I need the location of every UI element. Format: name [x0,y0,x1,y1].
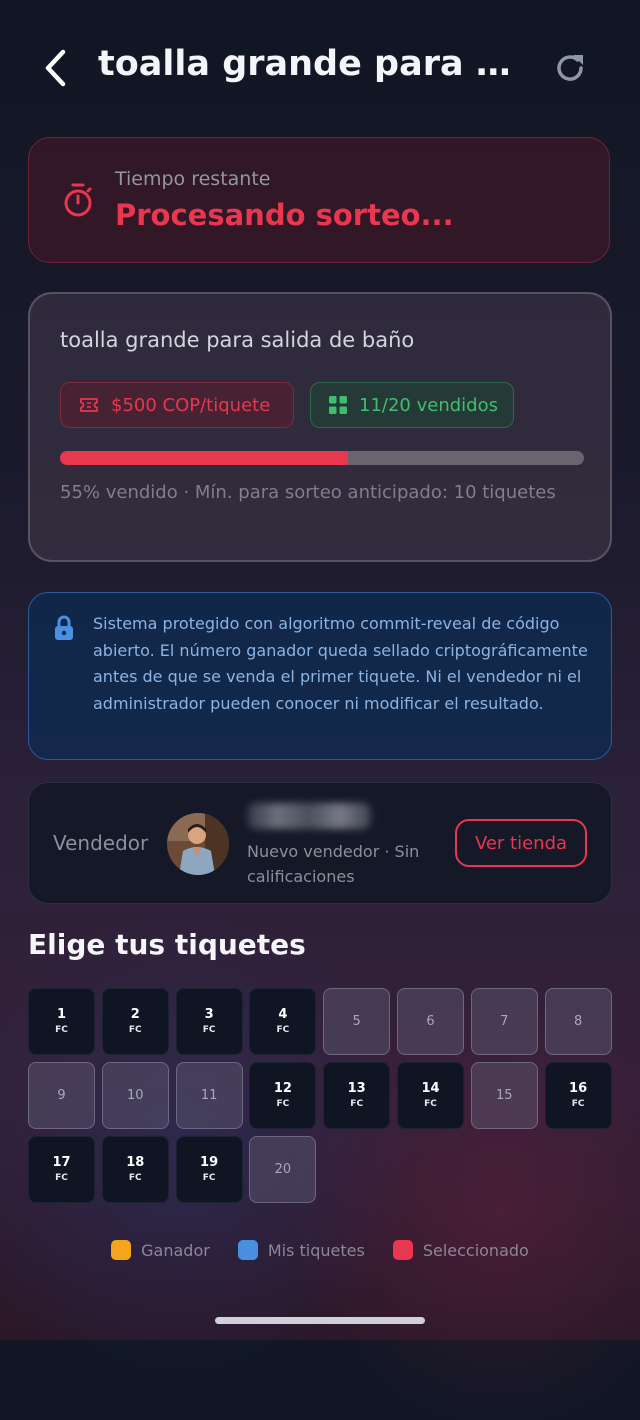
legend-swatch [392,1240,413,1260]
ticket-3[interactable]: 3 FC [175,988,243,1055]
ticket-6[interactable]: 6 [397,988,464,1055]
legend-swatch [237,1240,258,1260]
ticket-legend: Ganador Mis tiquetes Seleccionado [0,1240,640,1260]
ticket-13[interactable]: 13 FC [323,1062,391,1129]
ticket-7[interactable]: 7 [470,988,538,1055]
ticket-owner-code: FC [55,1024,68,1035]
ticket-number: 14 [421,1080,440,1096]
seller-rating-status: Nuevo vendedor · Sin calificaciones [247,842,420,886]
legend-item: Mis tiquetes [237,1240,365,1260]
ticket-1[interactable]: 1 FC [28,988,95,1055]
stopwatch-icon [64,183,92,217]
ticket-4[interactable]: 4 FC [249,988,317,1055]
ticket-owner-code: FC [128,1172,142,1183]
ticket-16[interactable]: 16 FC [544,1062,612,1129]
refresh-icon[interactable] [552,50,588,86]
home-indicator [215,1317,425,1324]
ticket-owner-code: FC [350,1098,364,1109]
header: toalla grande para sal... [0,30,640,106]
product-card: toalla grande para salida de baño $500 C… [28,292,612,562]
timer-card: Tiempo restante Procesando sorteo... [28,137,610,263]
ticket-5[interactable]: 5 [323,988,391,1055]
ticket-number: 8 [573,1013,583,1029]
ticket-number: 10 [127,1087,144,1103]
ticket-number: 6 [426,1013,435,1029]
ticket-number: 4 [278,1006,288,1022]
tickets-section-title: Elige tus tiquetes [28,928,306,961]
ticket-number: 7 [500,1013,509,1029]
sales-progress-bar [60,451,584,465]
ticket-icon [80,398,98,412]
ticket-12[interactable]: 12 FC [249,1062,317,1129]
ticket-number: 3 [204,1006,214,1022]
legend-item: Ganador [111,1240,210,1260]
ticket-owner-code: FC [202,1172,216,1183]
ticket-8[interactable]: 8 [544,988,612,1055]
view-store-button[interactable]: Ver tienda [455,819,587,867]
sold-label: 11/20 vendidos [359,394,498,416]
legend-item: Seleccionado [392,1240,529,1260]
page-title: toalla grande para sal... [98,44,528,84]
timer-label: Tiempo restante [115,168,271,190]
timer-status: Procesando sorteo... [115,198,454,232]
ticket-owner-code: FC [202,1024,216,1035]
ticket-number: 11 [200,1087,218,1103]
ticket-owner-code: FC [276,1098,290,1109]
legend-label: Ganador [141,1240,210,1260]
ticket-owner-code: FC [276,1024,290,1035]
seller-card: Vendedor Nuevo vendedor · Sin calificaci… [28,782,612,904]
ticket-20[interactable]: 20 [249,1136,317,1203]
grid-icon [329,396,347,414]
price-badge: $500 COP/tiquete [60,382,294,428]
ticket-17[interactable]: 17 FC [28,1136,95,1203]
ticket-number: 20 [274,1161,292,1177]
seller-label: Vendedor [53,831,149,855]
ticket-number: 2 [130,1006,140,1022]
security-notice: Sistema protegido con algoritmo commit-r… [28,592,612,760]
ticket-number: 12 [273,1080,292,1096]
ticket-number: 19 [200,1154,219,1170]
ticket-number: 1 [56,1006,67,1022]
ticket-number: 15 [496,1087,513,1103]
lock-icon [55,615,73,640]
legend-label: Mis tiquetes [267,1240,365,1260]
price-label: $500 COP/tiquete [111,394,271,416]
back-arrow-icon[interactable] [36,46,76,90]
ticket-number: 9 [57,1087,66,1103]
progress-caption: 55% vendido · Mín. para sorteo anticipad… [60,482,556,503]
ticket-owner-code: FC [424,1098,437,1109]
ticket-number: 17 [52,1154,71,1170]
ticket-owner-code: FC [55,1172,68,1183]
product-name: toalla grande para salida de baño [60,328,415,352]
ticket-18[interactable]: 18 FC [101,1136,169,1203]
seller-name-blurred [247,803,371,829]
avatar [167,813,229,875]
security-text: Sistema protegido con algoritmo commit-r… [93,614,588,713]
ticket-owner-code: FC [571,1098,585,1109]
ticket-number: 18 [126,1154,145,1170]
ticket-2[interactable]: 2 FC [101,988,169,1055]
legend-label: Seleccionado [422,1240,529,1260]
ticket-10[interactable]: 10 [101,1062,169,1129]
ticket-14[interactable]: 14 FC [397,1062,464,1129]
ticket-11[interactable]: 11 [175,1062,243,1129]
ticket-9[interactable]: 9 [28,1062,95,1129]
ticket-19[interactable]: 19 FC [175,1136,243,1203]
ticket-number: 13 [347,1080,366,1096]
sold-badge: 11/20 vendidos [310,382,514,428]
sales-progress-fill [60,451,349,465]
ticket-owner-code: FC [128,1024,142,1035]
ticket-number: 16 [569,1080,588,1096]
ticket-number: 5 [352,1013,361,1029]
legend-swatch [111,1240,132,1260]
ticket-15[interactable]: 15 [470,1062,538,1129]
